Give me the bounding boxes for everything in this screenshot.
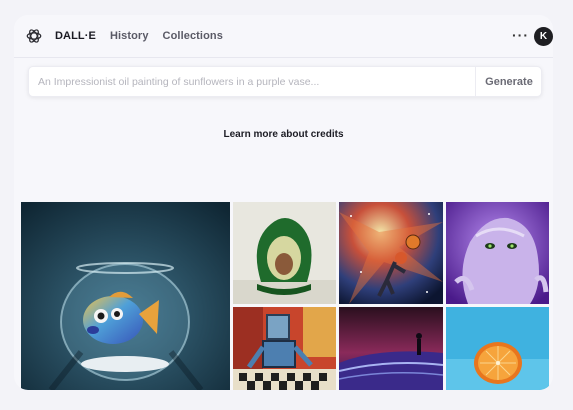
nav-item-collections[interactable]: Collections	[163, 30, 223, 42]
purple-furry-monster-image	[446, 202, 549, 304]
nav-item-history[interactable]: History	[110, 30, 149, 42]
image-gallery	[21, 202, 549, 390]
generate-button[interactable]: Generate	[475, 67, 542, 96]
avocado-armchair-image	[233, 202, 336, 304]
gallery-image-avocado-chair[interactable]	[233, 202, 336, 304]
gallery-image-goldfish[interactable]	[21, 202, 230, 390]
figure-in-purple-desert-image	[339, 307, 443, 390]
openai-logo-icon[interactable]	[25, 27, 43, 45]
more-dots-icon[interactable]: ···	[512, 28, 529, 42]
app-window: DALL·E History Collections ··· K Generat…	[14, 15, 553, 390]
gallery-image-desert-figure[interactable]	[339, 307, 443, 390]
gallery-image-purple-monster[interactable]	[446, 202, 549, 304]
cosmic-basketball-player-image	[339, 202, 443, 304]
prompt-input[interactable]	[29, 67, 475, 96]
orange-half-on-blue-image	[446, 307, 549, 390]
gallery-image-orange[interactable]	[446, 307, 549, 390]
nav-item-dalle[interactable]: DALL·E	[55, 30, 96, 42]
main-nav: DALL·E History Collections	[55, 30, 223, 42]
gallery-image-cosmic-player[interactable]	[339, 202, 443, 304]
top-bar: DALL·E History Collections ··· K	[14, 15, 553, 58]
robot-playing-chess-image	[233, 307, 336, 390]
prompt-bar: Generate	[28, 66, 542, 97]
avatar[interactable]: K	[534, 27, 553, 46]
goldfish-in-bowl-image	[21, 202, 230, 390]
gallery-image-robot-chess[interactable]	[233, 307, 336, 390]
credits-link[interactable]: Learn more about credits	[14, 129, 553, 140]
